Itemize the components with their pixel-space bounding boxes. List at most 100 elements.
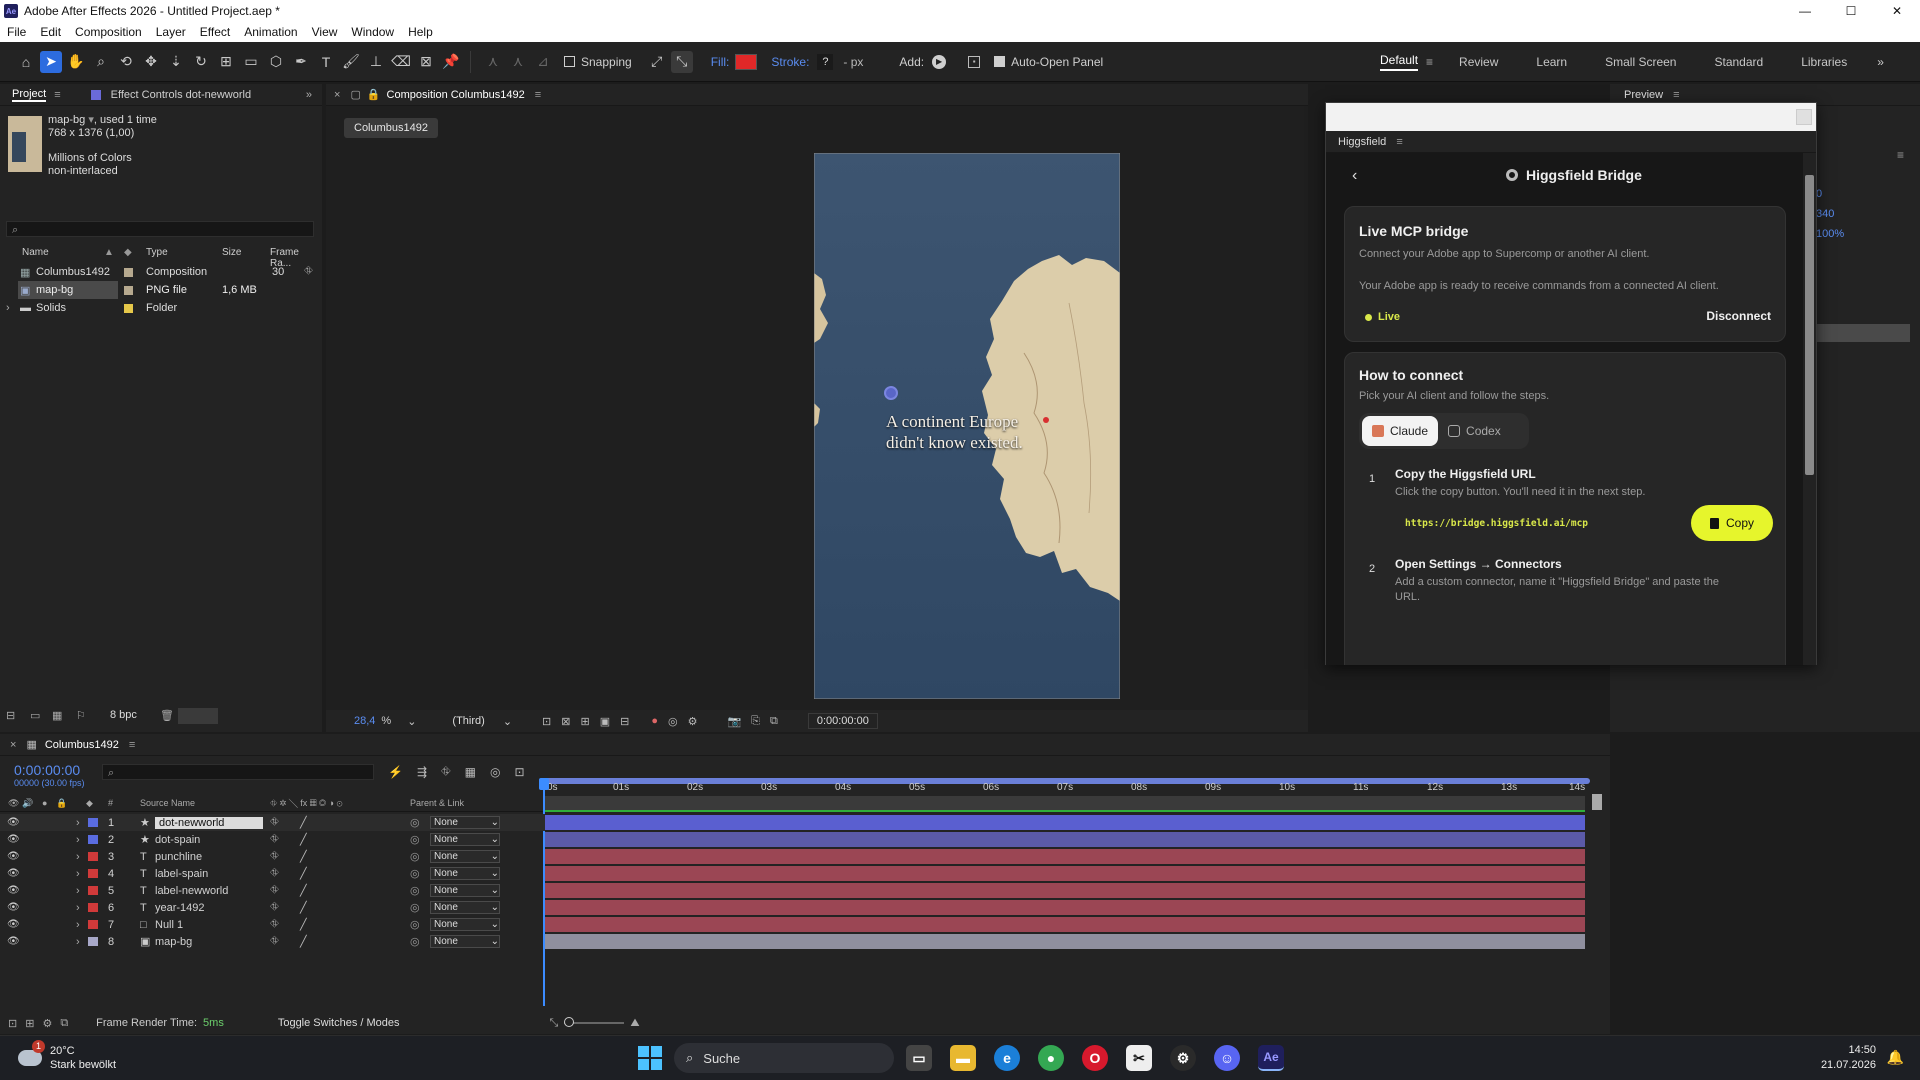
- col-size[interactable]: Size: [222, 247, 241, 258]
- menu-window[interactable]: Window: [344, 25, 401, 39]
- flowchart-icon[interactable]: ⛗: [304, 265, 313, 278]
- expand-layer-icon[interactable]: ›: [76, 919, 80, 931]
- fast-preview-icon[interactable]: ⚙: [688, 715, 698, 728]
- shy-switch-icon[interactable]: ⛗: [270, 816, 279, 829]
- menu-effect[interactable]: Effect: [193, 25, 237, 39]
- edge-browser-icon[interactable]: e: [994, 1045, 1020, 1071]
- workspace-standard[interactable]: Standard: [1714, 55, 1763, 69]
- layer-label-swatch[interactable]: [88, 937, 98, 946]
- frame-blending-icon[interactable]: ▦: [465, 765, 476, 779]
- render-queue-icon[interactable]: ⚐: [76, 709, 86, 722]
- menu-help[interactable]: Help: [401, 25, 440, 39]
- menu-animation[interactable]: Animation: [237, 25, 304, 39]
- layer-label-swatch[interactable]: [88, 835, 98, 844]
- workspace-menu-icon[interactable]: ≡: [1426, 55, 1433, 69]
- steam-icon[interactable]: ⚙: [1170, 1045, 1196, 1071]
- maximize-button[interactable]: ☐: [1828, 0, 1874, 22]
- visibility-eye-icon[interactable]: 👁: [7, 868, 20, 879]
- timeline-zoom-slider[interactable]: [564, 1017, 625, 1027]
- bit-depth-button[interactable]: 8 bpc: [110, 709, 137, 721]
- quality-switch-icon[interactable]: ╱: [300, 884, 307, 897]
- layer-duration-bar[interactable]: [545, 934, 1585, 949]
- parent-dropdown[interactable]: None ⌄: [430, 833, 500, 846]
- parent-dropdown[interactable]: None ⌄: [430, 935, 500, 948]
- file-explorer-icon[interactable]: ▬: [950, 1045, 976, 1071]
- interpret-footage-icon[interactable]: ⊟: [6, 709, 15, 722]
- layer-duration-bar[interactable]: [545, 815, 1585, 830]
- tab-timeline[interactable]: Columbus1492: [45, 739, 119, 751]
- capcut-icon[interactable]: ✂: [1126, 1045, 1152, 1071]
- layer-label-swatch[interactable]: [88, 852, 98, 861]
- transfer-controls-icon[interactable]: ⚙: [42, 1017, 52, 1030]
- comp-end-marker[interactable]: [1592, 794, 1602, 810]
- type-tool-icon[interactable]: T: [315, 51, 337, 73]
- col-parent[interactable]: Parent & Link: [410, 798, 464, 808]
- workspace-review[interactable]: Review: [1459, 55, 1498, 69]
- align-icon-2[interactable]: ⋏: [507, 51, 529, 73]
- timeline-search-input[interactable]: ⌕: [102, 764, 374, 780]
- after-effects-icon[interactable]: Ae: [1258, 1045, 1284, 1071]
- workspace-small-screen[interactable]: Small Screen: [1605, 55, 1676, 69]
- stroke-swatch[interactable]: ?: [817, 53, 834, 70]
- label-column-icon[interactable]: ◆: [124, 247, 132, 258]
- home-icon[interactable]: ⌂: [15, 51, 37, 73]
- panel-overflow-icon[interactable]: »: [306, 89, 312, 101]
- rotation-tool-icon[interactable]: ↻: [190, 51, 212, 73]
- layer-name[interactable]: dot-spain: [155, 834, 200, 846]
- quality-switch-icon[interactable]: ╱: [300, 935, 307, 948]
- higgsfield-close-button[interactable]: [1796, 109, 1812, 125]
- back-arrow-icon[interactable]: ‹: [1352, 167, 1357, 185]
- asset-name[interactable]: map-bg: [48, 114, 85, 126]
- quality-switch-icon[interactable]: ╱: [300, 816, 307, 829]
- region-icon[interactable]: ▣: [600, 715, 610, 728]
- pickwhip-icon[interactable]: ◎: [410, 901, 420, 914]
- grid-icon[interactable]: ⊠: [561, 715, 570, 728]
- lock-icon[interactable]: ▢: [350, 88, 360, 101]
- in-out-icon[interactable]: ⧉: [60, 1017, 68, 1030]
- dot-spain-marker[interactable]: [1043, 417, 1049, 423]
- visibility-eye-icon[interactable]: 👁: [7, 919, 20, 930]
- client-codex-tab[interactable]: Codex: [1438, 416, 1511, 446]
- parent-dropdown[interactable]: None ⌄: [430, 816, 500, 829]
- close-button[interactable]: ✕: [1874, 0, 1920, 22]
- shy-switch-icon[interactable]: ⛗: [270, 935, 279, 948]
- delete-icon[interactable]: 🗑: [160, 709, 174, 722]
- tab-project[interactable]: Project: [12, 88, 47, 102]
- pickwhip-icon[interactable]: ◎: [410, 884, 420, 897]
- pickwhip-icon[interactable]: ◎: [410, 850, 420, 863]
- thumbnail-slider[interactable]: [178, 708, 218, 724]
- project-search-input[interactable]: ⌕: [6, 221, 314, 237]
- shy-switch-icon[interactable]: ⛗: [270, 867, 279, 880]
- zoom-tool-icon[interactable]: ⌕: [90, 51, 112, 73]
- layer-row[interactable]: 👁 › 7 □ Null 1 ⛗ ╱ ◎ None ⌄: [0, 916, 545, 933]
- shy-icon[interactable]: ⛗: [441, 764, 451, 779]
- project-item-row[interactable]: ▣ map-bg PNG file 1,6 MB: [0, 281, 322, 299]
- opera-browser-icon[interactable]: O: [1082, 1045, 1108, 1071]
- quality-switch-icon[interactable]: ╱: [300, 833, 307, 846]
- timeline-timecode[interactable]: 0:00:00:00: [14, 762, 80, 778]
- higgsfield-menu-icon[interactable]: ≡: [1396, 136, 1402, 148]
- visibility-eye-icon[interactable]: 👁: [7, 851, 20, 862]
- layer-row[interactable]: 👁 › 1 ★ dot-newworld ⛗ ╱ ◎ None ⌄: [0, 814, 545, 831]
- tab-composition[interactable]: Composition Columbus1492: [387, 89, 525, 101]
- align-icon-3[interactable]: ⊿: [532, 51, 554, 73]
- task-view-icon[interactable]: ▭: [906, 1045, 932, 1071]
- panel-icon[interactable]: ▪: [968, 55, 981, 68]
- transparency-icon[interactable]: ⊟: [620, 715, 629, 728]
- layer-duration-bar[interactable]: [545, 849, 1585, 864]
- roto-brush-tool-icon[interactable]: ⊠: [415, 51, 437, 73]
- col-name[interactable]: Name: [22, 247, 49, 258]
- visibility-eye-icon[interactable]: 👁: [7, 936, 20, 947]
- system-clock[interactable]: 14:50 21.07.2026: [1821, 1043, 1876, 1073]
- tab-effect-controls[interactable]: Effect Controls dot-newworld: [111, 89, 251, 101]
- shy-switch-icon[interactable]: ⛗: [270, 884, 279, 897]
- exposure-icon[interactable]: ◎: [668, 715, 678, 728]
- orbit-tool-icon[interactable]: ⟲: [115, 51, 137, 73]
- timeline-menu-icon[interactable]: ≡: [129, 739, 135, 751]
- parent-dropdown[interactable]: None ⌄: [430, 918, 500, 931]
- taskbar-search-box[interactable]: ⌕ Suche: [674, 1043, 894, 1073]
- hand-tool-icon[interactable]: ✋: [65, 51, 87, 73]
- fill-swatch[interactable]: [735, 53, 758, 70]
- col-source-name[interactable]: Source Name: [140, 798, 195, 808]
- parent-dropdown[interactable]: None ⌄: [430, 901, 500, 914]
